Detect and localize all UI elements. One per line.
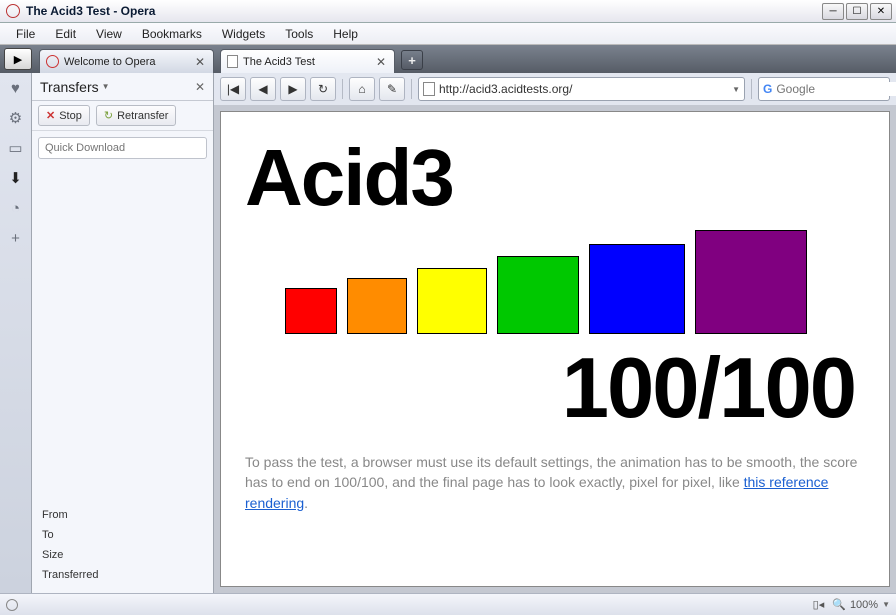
tab-title: Welcome to Opera [64,56,188,68]
gear-icon[interactable]: ⚙ [5,107,27,129]
reload-button[interactable]: ↻ [310,77,336,101]
chevron-down-icon[interactable]: ▼ [732,85,740,94]
color-bar [285,288,337,334]
panel-close-icon[interactable]: ✕ [195,80,205,94]
acid3-score: 100/100 [245,340,865,438]
tab-close-icon[interactable]: ✕ [374,55,388,69]
color-bar [417,268,487,334]
heart-icon[interactable]: ♥ [5,77,27,99]
status-bar: ▯◂ 🔍 100% ▼ [0,593,896,615]
forward-button[interactable]: ▶ [280,77,306,101]
window-title: The Acid3 Test - Opera [26,4,820,18]
acid3-color-bars [245,230,865,334]
title-bar: The Acid3 Test - Opera ─ ☐ ✕ [0,0,896,23]
opera-icon [6,4,20,18]
zoom-value: 100% [850,599,878,611]
x-icon: ✕ [46,109,55,122]
menu-bookmarks[interactable]: Bookmarks [132,25,212,43]
menu-file[interactable]: File [6,25,45,43]
content-area: |◀ ◀ ▶ ↻ ⌂ ✎ ▼ G ▼ Acid3 10 [214,73,896,593]
url-input[interactable] [439,82,728,96]
retransfer-button[interactable]: ↻Retransfer [96,105,177,126]
stat-transferred: Transferred [42,565,203,585]
search-input[interactable] [776,82,896,96]
zoom-icon: 🔍 [832,598,846,611]
menu-widgets[interactable]: Widgets [212,25,275,43]
minimize-button[interactable]: ─ [822,3,844,20]
trash-button[interactable]: ▶ [4,48,32,70]
tab-acid3[interactable]: The Acid3 Test ✕ [220,49,395,73]
home-button[interactable]: ⌂ [349,77,375,101]
menu-tools[interactable]: Tools [275,25,323,43]
note-icon[interactable]: ▭ [5,137,27,159]
acid3-heading: Acid3 [245,132,865,224]
color-bar [497,256,579,334]
stop-button[interactable]: ✕Stop [38,105,90,126]
rendered-page: Acid3 100/100 To pass the test, a browse… [220,111,890,587]
reload-icon: ↻ [104,109,113,122]
view-icon[interactable]: ▯◂ [813,598,825,611]
color-bar [695,230,807,334]
sidebar-icon-stack: ♥ ⚙ ▭ ⬇ ◔ + [0,73,32,593]
acid3-description: To pass the test, a browser must use its… [245,452,865,513]
tab-strip: ▶ Welcome to Opera ✕ The Acid3 Test ✕ + [0,45,896,73]
back-button[interactable]: ◀ [250,77,276,101]
color-bar [589,244,685,334]
chevron-down-icon[interactable]: ▼ [102,82,110,91]
panel-title: Transfers ▼ [40,79,195,95]
document-icon [423,82,435,96]
search-bar[interactable]: G ▼ [758,77,890,101]
transfer-stats: From To Size Transferred [32,501,213,593]
tab-title: The Acid3 Test [243,56,369,68]
history-icon[interactable]: ◔ [5,197,27,219]
rewind-button[interactable]: |◀ [220,77,246,101]
new-tab-button[interactable]: + [401,50,423,70]
google-icon: G [763,82,772,96]
transfers-panel: Transfers ▼ ✕ ✕Stop ↻Retransfer From To … [32,73,214,593]
add-panel-icon[interactable]: + [5,227,27,249]
menu-help[interactable]: Help [323,25,368,43]
opera-icon [46,55,59,68]
color-bar [347,278,407,334]
menu-view[interactable]: View [86,25,132,43]
quick-download-input[interactable] [38,137,207,159]
stat-size: Size [42,545,203,565]
chevron-down-icon[interactable]: ▼ [882,600,890,609]
wand-button[interactable]: ✎ [379,77,405,101]
maximize-button[interactable]: ☐ [846,3,868,20]
close-button[interactable]: ✕ [870,3,892,20]
stat-from: From [42,505,203,525]
tab-close-icon[interactable]: ✕ [193,55,207,69]
zoom-control[interactable]: 🔍 100% ▼ [832,598,890,611]
menu-edit[interactable]: Edit [45,25,86,43]
opera-icon[interactable] [6,599,18,611]
navigation-toolbar: |◀ ◀ ▶ ↻ ⌂ ✎ ▼ G ▼ [214,73,896,105]
document-icon [227,55,238,68]
address-bar[interactable]: ▼ [418,77,745,101]
stat-to: To [42,525,203,545]
tab-welcome[interactable]: Welcome to Opera ✕ [39,49,214,73]
menu-bar: File Edit View Bookmarks Widgets Tools H… [0,23,896,45]
download-icon[interactable]: ⬇ [5,167,27,189]
